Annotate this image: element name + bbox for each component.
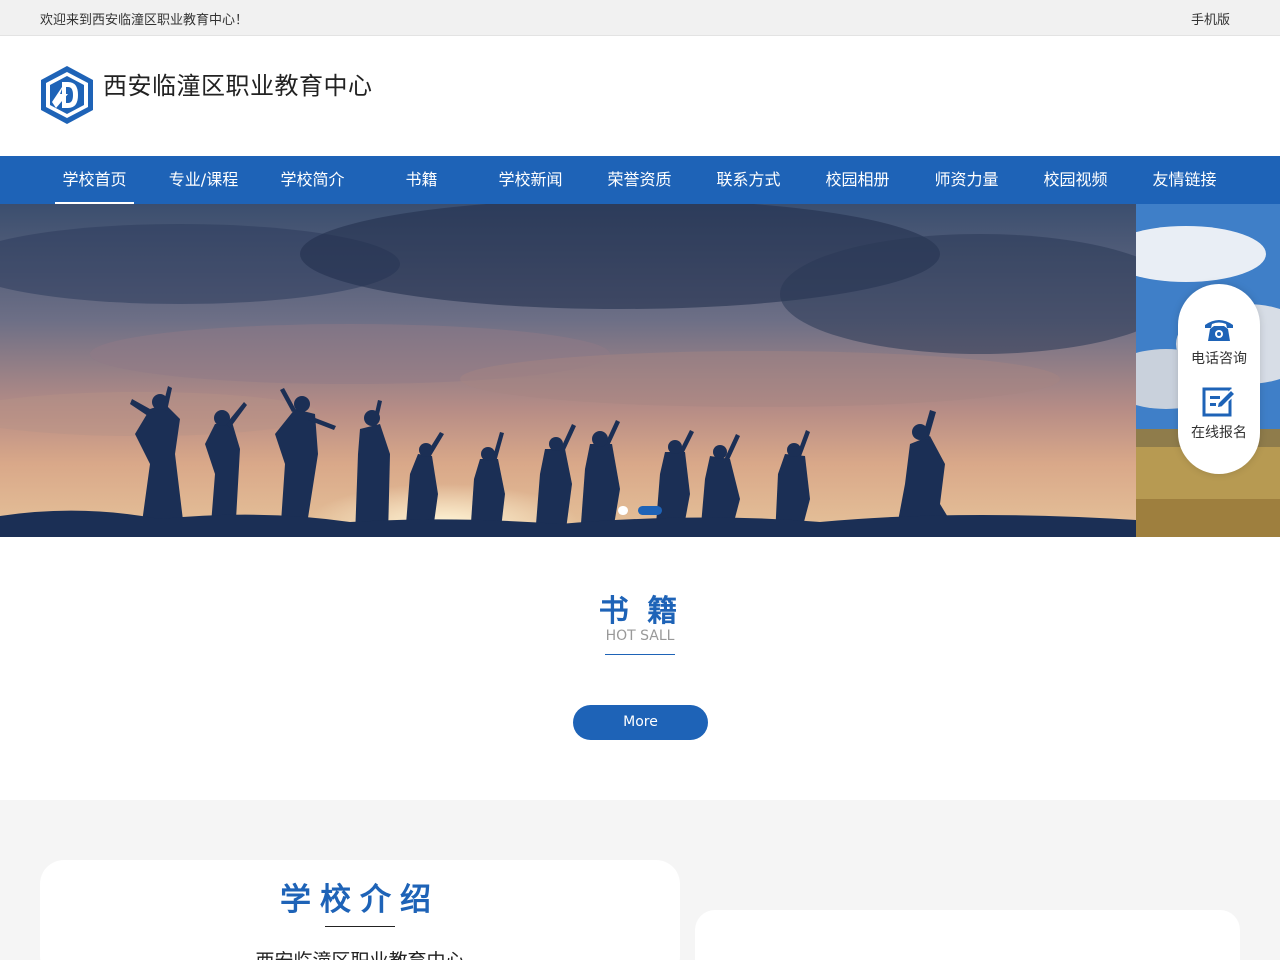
books-section-subtitle: HOT SALL	[605, 628, 675, 644]
books-title-underline	[605, 654, 675, 655]
books-section-title: 书 籍	[598, 594, 682, 629]
site-header: 西安临潼区职业教育中心	[0, 36, 1280, 156]
edit-icon	[1202, 387, 1237, 417]
phone-consult-button[interactable]: 电话咨询	[1178, 314, 1260, 368]
about-title-underline	[325, 926, 395, 927]
online-signup-button[interactable]: 在线报名	[1178, 386, 1260, 442]
banner-slide-silhouettes	[0, 204, 1136, 537]
nav-item-about[interactable]: 学校简介	[273, 156, 352, 204]
carousel-dot-2[interactable]	[638, 506, 662, 515]
about-school-name: 西安临潼区职业教育中心	[40, 946, 680, 960]
nav-item-teachers[interactable]: 师资力量	[927, 156, 1006, 204]
site-name: 西安临潼区职业教育中心	[103, 72, 373, 100]
nav-item-news[interactable]: 学校新闻	[491, 156, 570, 204]
main-nav: 学校首页 专业/课程 学校简介 书籍 学校新闻 荣誉资质 联系方式 校园相册 师…	[0, 156, 1280, 204]
phone-consult-label: 电话咨询	[1191, 351, 1247, 367]
nav-item-album[interactable]: 校园相册	[818, 156, 897, 204]
carousel-dot-1[interactable]	[618, 506, 628, 515]
nav-item-videos[interactable]: 校园视频	[1036, 156, 1115, 204]
nav-item-books[interactable]: 书籍	[382, 156, 461, 204]
phone-icon	[1205, 320, 1233, 341]
top-bar: 欢迎来到西安临潼区职业教育中心！ 手机版	[0, 0, 1280, 36]
welcome-text: 欢迎来到西安临潼区职业教育中心！	[40, 13, 249, 28]
mobile-version-link[interactable]: 手机版	[1191, 9, 1230, 28]
books-more-button[interactable]: More	[573, 705, 708, 740]
floating-contact-panel: 电话咨询 在线报名	[1178, 284, 1260, 474]
online-signup-label: 在线报名	[1191, 425, 1247, 441]
about-image-card	[695, 910, 1240, 960]
school-logo[interactable]	[38, 64, 96, 126]
nav-item-home[interactable]: 学校首页	[55, 156, 134, 204]
nav-item-links[interactable]: 友情链接	[1145, 156, 1224, 204]
about-section-title: 学校介绍	[280, 882, 440, 918]
banner-carousel[interactable]	[0, 204, 1280, 537]
nav-item-courses[interactable]: 专业/课程	[164, 156, 243, 204]
nav-item-honors[interactable]: 荣誉资质	[600, 156, 679, 204]
nav-item-contact[interactable]: 联系方式	[709, 156, 788, 204]
